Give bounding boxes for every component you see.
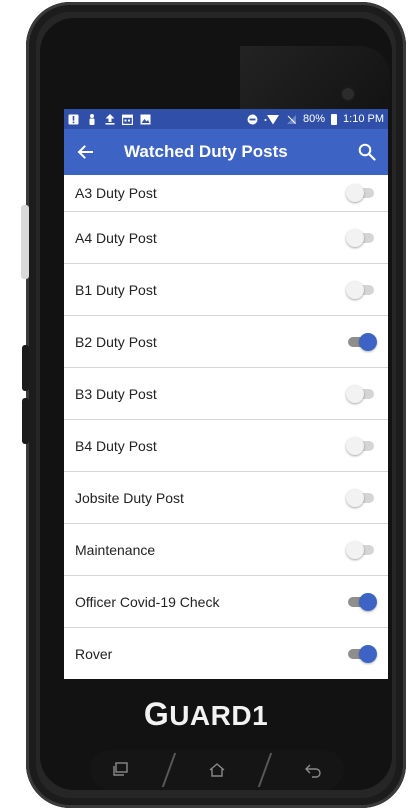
list-item-rover[interactable]: Rover <box>64 628 388 679</box>
back-icon[interactable] <box>299 759 327 781</box>
duty-post-label: B4 Duty Post <box>75 437 157 454</box>
list-item-maintenance[interactable]: Maintenance <box>64 524 388 576</box>
duty-post-label: A4 Duty Post <box>75 229 157 246</box>
do-not-disturb-icon <box>247 114 258 125</box>
watch-toggle[interactable] <box>346 488 376 507</box>
duty-post-label: B3 Duty Post <box>75 385 157 402</box>
watch-toggle[interactable] <box>346 644 377 663</box>
clock: 1:10 PM <box>343 113 384 125</box>
toggle-thumb <box>346 540 364 559</box>
duty-post-label: Officer Covid-19 Check <box>75 593 220 610</box>
watch-toggle[interactable] <box>346 332 377 351</box>
toggle-thumb <box>346 384 364 403</box>
watch-toggle[interactable] <box>346 184 376 202</box>
list-item-b3-duty-post[interactable]: B3 Duty Post <box>64 368 388 420</box>
toggle-thumb <box>346 488 364 507</box>
image-icon <box>140 114 151 125</box>
watch-toggle[interactable] <box>346 228 376 247</box>
phone-screen: 80% 1:10 PM Watched Duty Posts A3 Duty P… <box>64 109 388 679</box>
home-icon[interactable] <box>203 759 231 781</box>
watch-toggle[interactable] <box>346 280 376 299</box>
watch-toggle[interactable] <box>346 540 376 559</box>
toggle-thumb <box>346 228 364 247</box>
list-item-b4-duty-post[interactable]: B4 Duty Post <box>64 420 388 472</box>
battery-icon <box>331 113 338 125</box>
page-title: Watched Duty Posts <box>124 142 288 161</box>
status-right-icons: 80% 1:10 PM <box>247 113 384 125</box>
watch-toggle[interactable] <box>346 436 376 455</box>
brand-lead: G <box>143 696 170 732</box>
brand-logo: GUARD1 <box>0 696 412 733</box>
duty-post-label: Maintenance <box>75 541 156 558</box>
list-item-officer-covid-19-check[interactable]: Officer Covid-19 Check <box>64 576 388 628</box>
search-icon[interactable] <box>356 141 378 163</box>
front-camera-icon <box>342 88 354 100</box>
brand-rest: UARD1 <box>169 700 269 731</box>
person-icon <box>86 113 97 125</box>
status-bar: 80% 1:10 PM <box>64 109 388 129</box>
duty-post-label: A3 Duty Post <box>75 185 157 201</box>
duty-post-label: Jobsite Duty Post <box>75 489 184 506</box>
list-item-a4-duty-post[interactable]: A4 Duty Post <box>64 212 388 264</box>
battery-percentage: 80% <box>303 113 326 125</box>
list-item-b2-duty-post[interactable]: B2 Duty Post <box>64 316 388 368</box>
side-button-upper[interactable] <box>22 345 29 391</box>
toggle-thumb <box>359 332 377 351</box>
toggle-thumb <box>346 280 364 299</box>
duty-post-label: B2 Duty Post <box>75 333 157 350</box>
calendar-icon <box>122 114 133 125</box>
nav-key-separator <box>257 753 273 787</box>
wifi-icon <box>264 114 280 125</box>
toggle-thumb <box>346 436 364 455</box>
toggle-thumb <box>346 184 364 202</box>
toggle-thumb <box>359 644 377 663</box>
duty-post-label: B1 Duty Post <box>75 281 157 298</box>
arrow-left-icon[interactable] <box>74 141 96 163</box>
recent-apps-icon[interactable] <box>107 759 135 781</box>
no-sim-icon <box>286 114 297 125</box>
watch-toggle[interactable] <box>346 384 376 403</box>
status-left-icons <box>68 113 151 125</box>
list-item-b1-duty-post[interactable]: B1 Duty Post <box>64 264 388 316</box>
side-button-white[interactable] <box>21 205 29 279</box>
alert-icon <box>68 114 79 125</box>
list-item-a3-duty-post[interactable]: A3 Duty Post <box>64 175 388 212</box>
side-button-lower[interactable] <box>22 398 29 444</box>
watch-toggle[interactable] <box>346 592 377 611</box>
upload-icon <box>104 113 115 125</box>
app-bar: Watched Duty Posts <box>64 129 388 175</box>
duty-post-list: A3 Duty Post A4 Duty Post B1 Duty Post B… <box>64 175 388 679</box>
list-item-jobsite-duty-post[interactable]: Jobsite Duty Post <box>64 472 388 524</box>
duty-post-label: Rover <box>75 645 113 662</box>
nav-key-separator <box>161 753 176 787</box>
hardware-nav-keys <box>90 750 344 790</box>
toggle-thumb <box>359 592 377 611</box>
